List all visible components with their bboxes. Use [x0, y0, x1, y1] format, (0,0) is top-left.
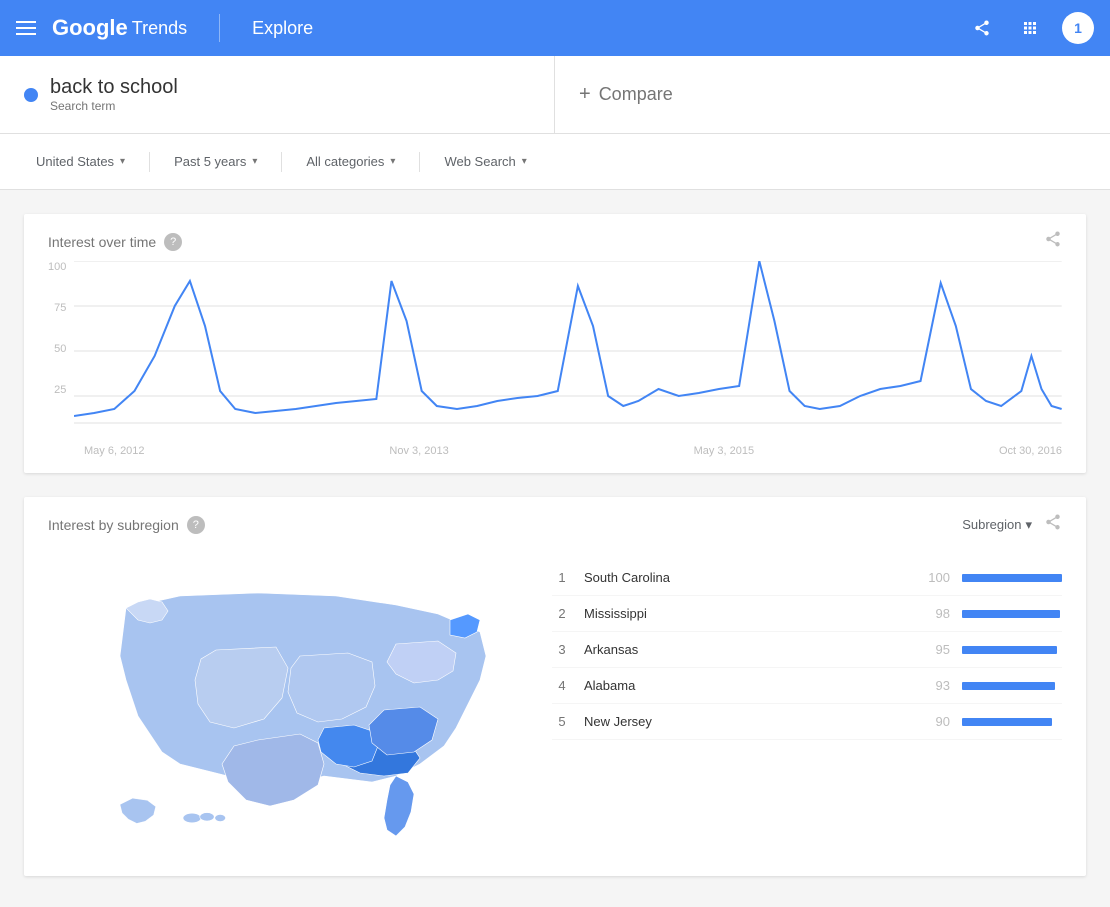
search-term-label: Search term — [50, 99, 178, 113]
interest-over-time-title: Interest over time — [48, 234, 156, 250]
name-3: Arkansas — [584, 642, 908, 657]
subregion-help-icon[interactable]: ? — [187, 516, 205, 534]
logo-trends: Trends — [132, 18, 187, 39]
name-1: South Carolina — [584, 570, 908, 585]
x-label-2: Nov 3, 2013 — [389, 445, 448, 457]
bar-container-3 — [962, 646, 1062, 654]
rank-3: 3 — [552, 642, 572, 657]
subregion-dropdown[interactable]: Subregion ▾ — [962, 517, 1032, 533]
categories-filter[interactable]: All categories ▾ — [294, 148, 407, 175]
search-term-box[interactable]: back to school Search term — [0, 56, 555, 133]
bar-container-2 — [962, 610, 1062, 618]
us-map-svg — [48, 560, 528, 860]
subregion-header-right: Subregion ▾ — [962, 513, 1062, 536]
y-label-100: 100 — [48, 261, 66, 273]
filters-bar: United States ▾ Past 5 years ▾ All categ… — [0, 134, 1110, 190]
x-label-4: Oct 30, 2016 — [999, 445, 1062, 457]
x-label-3: May 3, 2015 — [694, 445, 755, 457]
location-label: United States — [36, 154, 114, 169]
interest-over-time-card: Interest over time ? 100 75 50 25 0 — [24, 214, 1086, 473]
score-4: 93 — [920, 678, 950, 693]
bar-2 — [962, 610, 1060, 618]
bar-3 — [962, 646, 1057, 654]
time-range-filter[interactable]: Past 5 years ▾ — [162, 148, 269, 175]
logo-google: Google — [52, 15, 128, 41]
search-section: back to school Search term + Compare — [0, 56, 1110, 134]
logo-explore: Explore — [252, 18, 313, 39]
compare-box[interactable]: + Compare — [555, 56, 1110, 133]
bar-container-5 — [962, 718, 1062, 726]
bar-container-4 — [962, 682, 1062, 690]
interest-by-subregion-card: Interest by subregion ? Subregion ▾ — [24, 497, 1086, 876]
search-type-label: Web Search — [444, 154, 515, 169]
subregion-share-icon[interactable] — [1044, 513, 1062, 536]
categories-label: All categories — [306, 154, 384, 169]
subregion-dropdown-chevron: ▾ — [1025, 517, 1032, 533]
chart-svg — [74, 261, 1062, 441]
interest-over-time-title-group: Interest over time ? — [48, 233, 182, 251]
filter-sep-1 — [149, 152, 150, 172]
logo: Google Trends — [52, 15, 187, 41]
subregion-title: Interest by subregion — [48, 517, 179, 533]
rank-2: 2 — [552, 606, 572, 621]
y-label-75: 75 — [54, 302, 66, 314]
user-avatar[interactable]: 1 — [1062, 12, 1094, 44]
main-content: Interest over time ? 100 75 50 25 0 — [0, 190, 1110, 900]
rank-5: 5 — [552, 714, 572, 729]
header-right: 1 — [966, 12, 1094, 44]
score-1: 100 — [920, 570, 950, 585]
list-item: 3 Arkansas 95 — [552, 632, 1062, 668]
filter-sep-3 — [419, 152, 420, 172]
us-map-container — [48, 560, 528, 860]
interest-over-time-header: Interest over time ? — [24, 214, 1086, 261]
name-4: Alabama — [584, 678, 908, 693]
y-label-50: 50 — [54, 343, 66, 355]
location-chevron: ▾ — [120, 156, 125, 167]
subregion-body: 1 South Carolina 100 2 Mississippi 98 — [24, 544, 1086, 876]
header-left: Google Trends Explore — [16, 14, 966, 42]
bar-5 — [962, 718, 1052, 726]
list-item: 5 New Jersey 90 — [552, 704, 1062, 740]
time-range-label: Past 5 years — [174, 154, 246, 169]
bar-1 — [962, 574, 1062, 582]
list-item: 1 South Carolina 100 — [552, 560, 1062, 596]
interest-over-time-help-icon[interactable]: ? — [164, 233, 182, 251]
location-filter[interactable]: United States ▾ — [24, 148, 137, 175]
search-type-chevron: ▾ — [522, 156, 527, 167]
search-dot — [24, 88, 38, 102]
app-header: Google Trends Explore 1 — [0, 0, 1110, 56]
logo-divider — [219, 14, 220, 42]
subregion-title-group: Interest by subregion ? — [48, 516, 205, 534]
interest-over-time-share-icon[interactable] — [1044, 230, 1062, 253]
search-term-content: back to school Search term — [50, 76, 178, 113]
search-type-filter[interactable]: Web Search ▾ — [432, 148, 538, 175]
name-5: New Jersey — [584, 714, 908, 729]
bar-4 — [962, 682, 1055, 690]
categories-chevron: ▾ — [390, 156, 395, 167]
rank-4: 4 — [552, 678, 572, 693]
chart-container: 100 75 50 25 0 — [24, 261, 1086, 473]
search-term-text: back to school — [50, 76, 178, 99]
compare-plus-icon: + — [579, 83, 591, 106]
apps-grid-icon[interactable] — [1014, 12, 1046, 44]
score-2: 98 — [920, 606, 950, 621]
x-label-1: May 6, 2012 — [84, 445, 145, 457]
list-item: 4 Alabama 93 — [552, 668, 1062, 704]
bar-container-1 — [962, 574, 1062, 582]
hamburger-menu[interactable] — [16, 21, 36, 35]
time-range-chevron: ▾ — [252, 156, 257, 167]
subregion-list: 1 South Carolina 100 2 Mississippi 98 — [552, 560, 1062, 860]
score-5: 90 — [920, 714, 950, 729]
compare-label: Compare — [599, 84, 673, 105]
list-item: 2 Mississippi 98 — [552, 596, 1062, 632]
name-2: Mississippi — [584, 606, 908, 621]
share-header-icon[interactable] — [966, 12, 998, 44]
subregion-dropdown-label: Subregion — [962, 517, 1021, 532]
score-3: 95 — [920, 642, 950, 657]
subregion-header: Interest by subregion ? Subregion ▾ — [24, 497, 1086, 544]
filter-sep-2 — [281, 152, 282, 172]
y-label-25: 25 — [54, 384, 66, 396]
rank-1: 1 — [552, 570, 572, 585]
